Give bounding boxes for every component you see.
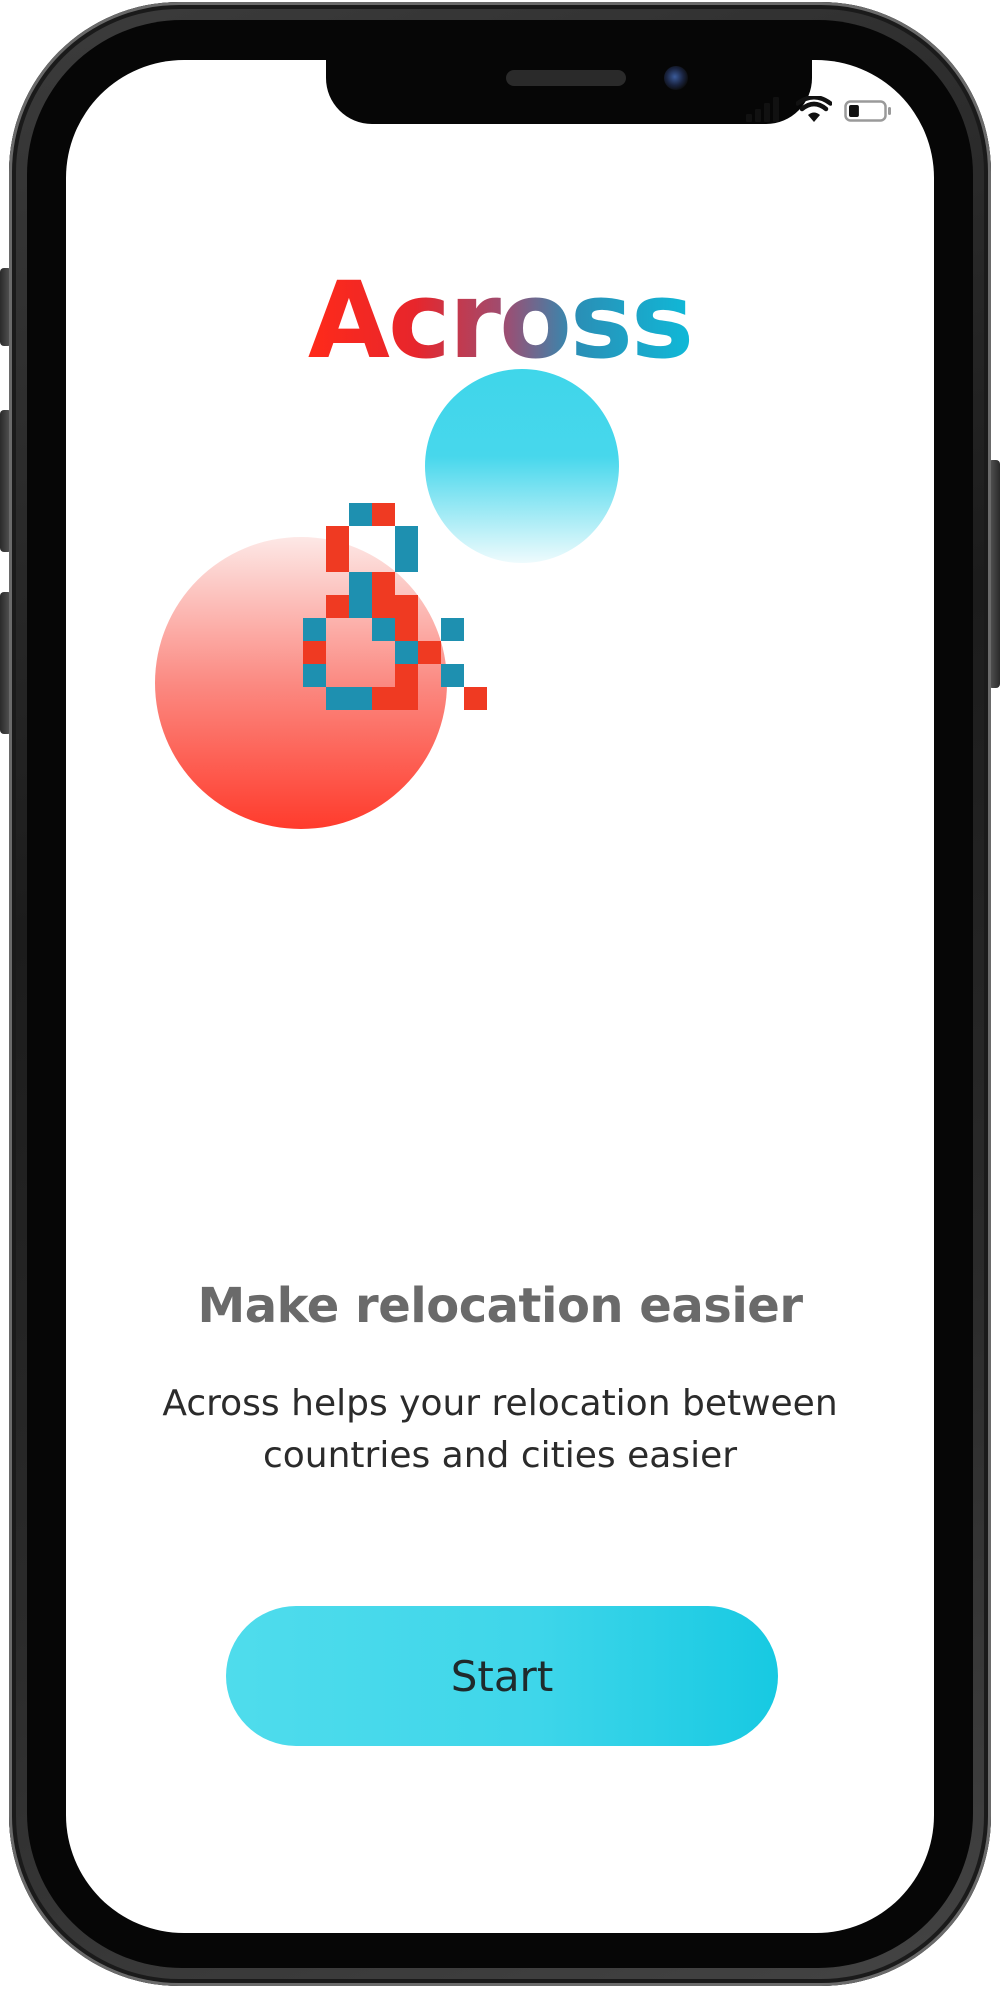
glyph-pixel [395, 549, 418, 572]
glyph-pixel [372, 503, 395, 526]
glyph-pixel [326, 549, 349, 572]
glyph-pixel [372, 618, 395, 641]
relocation-illustration [155, 369, 619, 829]
onboarding-description: Across helps your relocation between cou… [162, 1383, 838, 1476]
app-screen: Across Make relocation easier Across hel… [66, 60, 934, 1933]
glyph-pixel [349, 503, 372, 526]
glyph-pixel [441, 618, 464, 641]
glyph-pixel [372, 595, 395, 618]
glyph-pixel [349, 572, 372, 595]
glyph-pixel [395, 687, 418, 710]
glyph-pixel [326, 595, 349, 618]
glyph-pixel [326, 687, 349, 710]
glyph-pixel [395, 641, 418, 664]
glyph-pixel [303, 618, 326, 641]
onboarding-headline: Make relocation easier [197, 1278, 803, 1334]
glyph-pixel [395, 664, 418, 687]
glyph-pixel [372, 572, 395, 595]
glyph-pixel [326, 526, 349, 549]
device-frame: Across Make relocation easier Across hel… [0, 0, 1000, 1990]
glyph-pixel [349, 595, 372, 618]
glyph-pixel [395, 618, 418, 641]
start-button-label: Start [450, 1651, 554, 1701]
glyph-pixel [303, 641, 326, 664]
glyph-pixel [395, 595, 418, 618]
glyph-pixel [372, 687, 395, 710]
glyph-pixel [303, 664, 326, 687]
glyph-pixel [464, 687, 487, 710]
glyph-pixel [418, 641, 441, 664]
start-button[interactable]: Start [226, 1606, 778, 1746]
glyph-pixel [395, 526, 418, 549]
blue-sphere [425, 369, 619, 563]
glyph-pixel [349, 687, 372, 710]
glyph-pixel [441, 664, 464, 687]
